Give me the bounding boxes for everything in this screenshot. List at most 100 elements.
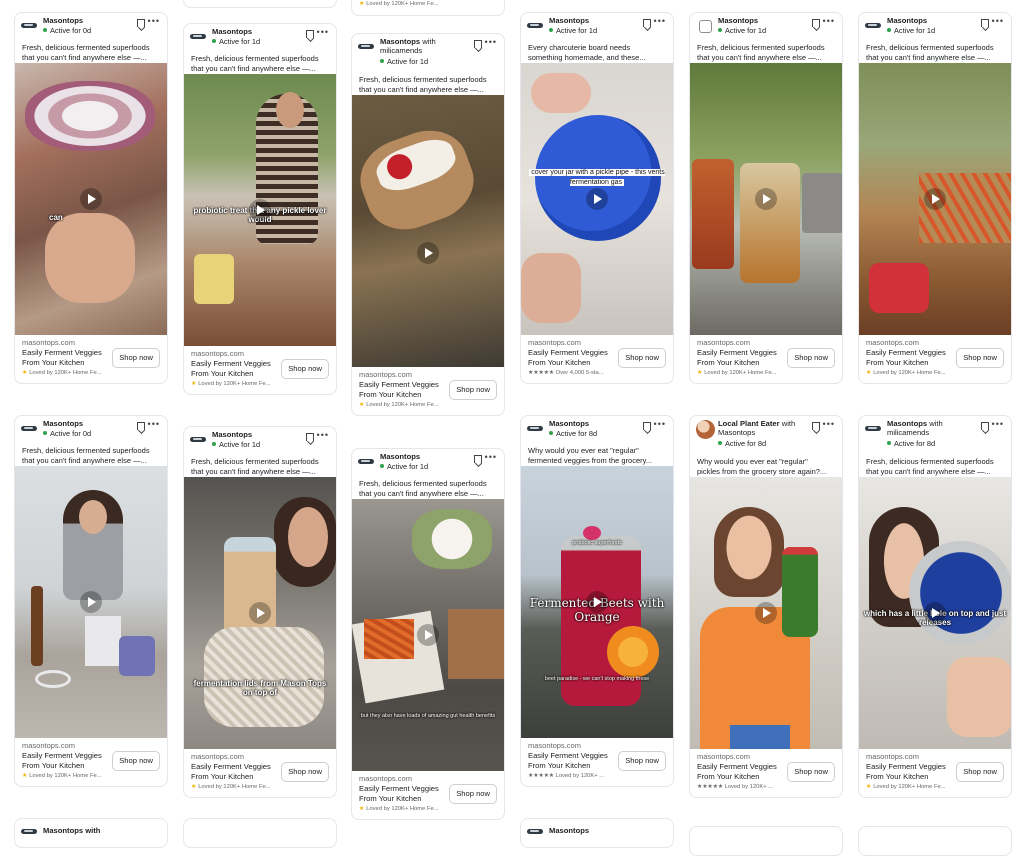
ad-card[interactable]: Masontops Active for 1d ••• Fresh, delic… — [183, 426, 337, 798]
shop-now-button[interactable]: Shop now — [956, 348, 1004, 368]
ad-card[interactable]: Masontops Active for 1d ••• Fresh, delic… — [183, 23, 337, 395]
bookmark-icon[interactable] — [643, 19, 651, 27]
play-icon[interactable] — [249, 602, 271, 624]
ad-card[interactable]: Masontops Active for 1d ••• Fresh, delic… — [858, 12, 1012, 384]
ad-video[interactable]: which has a little hole on top and just … — [859, 477, 1011, 749]
ad-card[interactable]: Masontops Active for 0d ••• Fresh, delic… — [14, 12, 168, 384]
shop-now-button[interactable]: Shop now — [281, 359, 329, 379]
advertiser-name[interactable]: Masontops — [549, 826, 637, 835]
shop-now-button[interactable]: Shop now — [449, 784, 497, 804]
play-icon[interactable] — [924, 188, 946, 210]
bookmark-icon[interactable] — [474, 40, 482, 48]
active-status: Active for 1d — [718, 26, 766, 35]
bookmark-icon[interactable] — [812, 422, 820, 430]
ad-card[interactable]: Masontops with milicamends Active for 1d… — [351, 33, 505, 416]
ad-header: Masontops Active for 0d ••• — [15, 416, 167, 446]
shop-now-button[interactable]: Shop now — [787, 762, 835, 782]
active-dot-icon — [549, 431, 553, 435]
ad-video[interactable] — [15, 466, 167, 738]
ad-domain: masontops.com — [22, 338, 75, 347]
ad-card[interactable]: Masontops with milicamends Active for 8d… — [858, 415, 1012, 798]
ad-card[interactable]: Masontops Active for 8d ••• Why would yo… — [520, 415, 674, 787]
ad-card[interactable]: Masontops Active for 1d ••• Fresh, delic… — [689, 12, 843, 384]
more-options-icon[interactable]: ••• — [148, 16, 160, 26]
ad-video[interactable] — [352, 95, 504, 367]
ad-video[interactable]: probiotic treat that any pickle lover wo… — [184, 74, 336, 346]
advertiser-name[interactable]: Masontops — [380, 452, 468, 461]
shop-now-button[interactable]: Shop now — [618, 751, 666, 771]
bookmark-icon[interactable] — [981, 19, 989, 27]
shop-now-button[interactable]: Shop now — [618, 348, 666, 368]
ad-card[interactable]: Masontops Active for 1d ••• Fresh, delic… — [351, 448, 505, 820]
shop-now-button[interactable]: Shop now — [112, 348, 160, 368]
bookmark-icon[interactable] — [981, 422, 989, 430]
bookmark-icon[interactable] — [306, 30, 314, 38]
more-options-icon[interactable]: ••• — [317, 27, 329, 37]
more-options-icon[interactable]: ••• — [148, 419, 160, 429]
more-options-icon[interactable]: ••• — [823, 16, 835, 26]
bookmark-icon[interactable] — [306, 433, 314, 441]
advertiser-name[interactable]: Masontops — [212, 430, 300, 439]
advertiser-name[interactable]: Masontops — [887, 16, 975, 25]
bookmark-icon[interactable] — [643, 422, 651, 430]
play-icon[interactable] — [80, 188, 102, 210]
advertiser-name[interactable]: Masontops — [718, 16, 806, 25]
bookmark-icon[interactable] — [137, 422, 145, 430]
ad-video[interactable]: fermentation lids from Mason Tops on top… — [184, 477, 336, 749]
ad-video[interactable]: probiotic superfoods Fermented Beets wit… — [521, 466, 673, 738]
bookmark-icon[interactable] — [812, 19, 820, 27]
shop-now-button[interactable]: Shop now — [956, 762, 1004, 782]
play-icon[interactable] — [924, 602, 946, 624]
ad-video[interactable] — [690, 63, 842, 335]
advertiser-name[interactable]: Masontops with milicamends — [887, 419, 975, 437]
more-options-icon[interactable]: ••• — [485, 37, 497, 47]
ad-video[interactable]: can — [15, 63, 167, 335]
play-icon[interactable] — [586, 188, 608, 210]
ad-video[interactable] — [859, 63, 1011, 335]
advertiser-name[interactable]: Local Plant Eater with Masontops — [718, 419, 806, 437]
masontops-logo-icon — [190, 437, 206, 442]
more-options-icon[interactable]: ••• — [485, 452, 497, 462]
shop-now-button[interactable]: Shop now — [449, 380, 497, 400]
more-options-icon[interactable]: ••• — [992, 16, 1004, 26]
more-options-icon[interactable]: ••• — [317, 430, 329, 440]
play-icon[interactable] — [755, 602, 777, 624]
play-icon[interactable] — [249, 199, 271, 221]
advertiser-name[interactable]: Masontops — [43, 419, 131, 428]
ad-header: Masontops Active for 1d ••• — [184, 24, 336, 54]
ad-video[interactable] — [690, 477, 842, 749]
advertiser-name[interactable]: Masontops — [549, 16, 637, 25]
advertiser-name[interactable]: Masontops with milicamends — [380, 37, 468, 55]
play-icon[interactable] — [417, 241, 439, 264]
ad-body-text: Fresh, delicious fermented superfoods tha… — [22, 43, 150, 62]
shop-now-button[interactable]: Shop now — [112, 751, 160, 771]
ad-footer: masontops.com Easily Ferment Veggies From… — [859, 749, 1011, 797]
advertiser-name[interactable]: Masontops — [212, 27, 300, 36]
play-icon[interactable] — [755, 188, 777, 210]
bookmark-icon[interactable] — [137, 19, 145, 27]
bookmark-icon[interactable] — [474, 455, 482, 463]
ad-card[interactable]: Masontops Active for 1d ••• Every charcu… — [520, 12, 674, 384]
play-icon[interactable] — [586, 591, 608, 613]
advertiser-name[interactable]: Masontops — [43, 16, 131, 25]
ad-headline: Easily Ferment Veggies From Your Kitchen — [191, 762, 271, 781]
active-status: Active for 1d — [380, 462, 428, 471]
masontops-logo-icon — [190, 34, 206, 39]
advertiser-name[interactable]: Masontops — [549, 419, 637, 428]
more-options-icon[interactable]: ••• — [992, 419, 1004, 429]
ad-headline: Easily Ferment Veggies From Your Kitchen — [866, 348, 946, 367]
ad-library-grid: Loved by 120K+ Home Fe... Masontops Acti… — [0, 0, 1024, 856]
more-options-icon[interactable]: ••• — [823, 419, 835, 429]
shop-now-button[interactable]: Shop now — [787, 348, 835, 368]
play-icon[interactable] — [80, 591, 102, 613]
advertiser-name[interactable]: Masontops with — [43, 826, 131, 835]
more-options-icon[interactable]: ••• — [654, 16, 666, 26]
more-options-icon[interactable]: ••• — [654, 419, 666, 429]
ad-card[interactable]: Local Plant Eater with Masontops Active … — [689, 415, 843, 798]
checkbox-icon[interactable] — [699, 20, 712, 33]
ad-video[interactable]: cover your jar with a pickle pipe - this… — [521, 63, 673, 335]
ad-card[interactable]: Masontops Active for 0d ••• Fresh, delic… — [14, 415, 168, 787]
shop-now-button[interactable]: Shop now — [281, 762, 329, 782]
ad-video[interactable]: but they also have loads of amazing gut … — [352, 499, 504, 771]
play-icon[interactable] — [417, 624, 439, 646]
